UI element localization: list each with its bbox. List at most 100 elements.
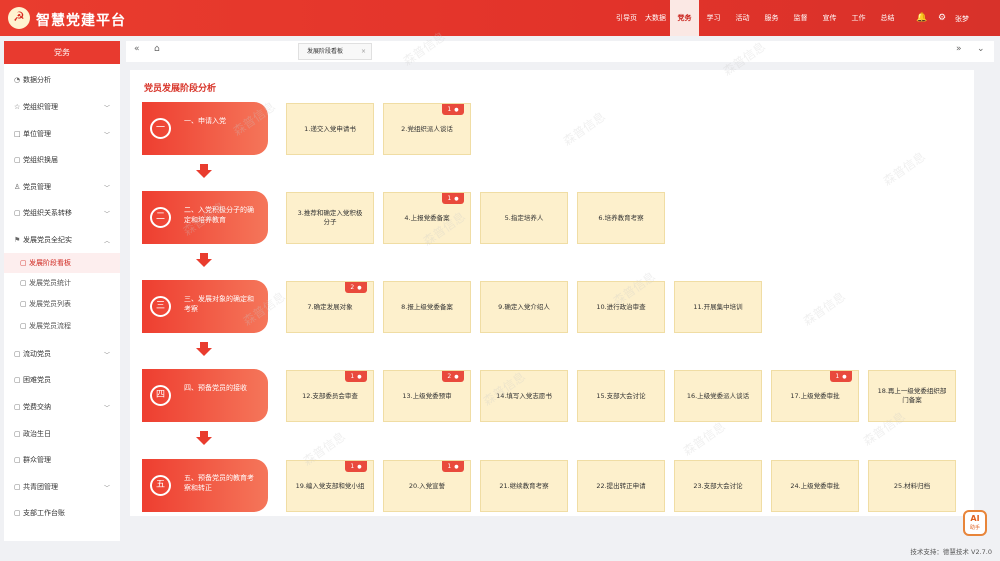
footer: 技术支持：德慧技术 V2.7.0 bbox=[910, 546, 992, 556]
bell-icon[interactable]: 🔔 bbox=[912, 13, 932, 23]
double-right-icon[interactable]: » bbox=[956, 44, 962, 54]
step-card[interactable]: 12.支部委员会审查 1 ● bbox=[286, 370, 374, 422]
user-name[interactable]: 张梦 bbox=[955, 14, 969, 24]
stage-label: 五、预备党员的教育考察和转正 bbox=[184, 474, 254, 492]
down-arrow-icon bbox=[196, 431, 212, 445]
count-badge: 2 ● bbox=[345, 282, 367, 293]
sidebar-item-16[interactable]: ▢ 共青团管理 ﹀ bbox=[4, 474, 120, 500]
step-card[interactable]: 9.确定入党介绍人 bbox=[480, 281, 568, 333]
nav-item-0[interactable]: 引导页 bbox=[612, 0, 641, 36]
party-emblem-icon: ☭ bbox=[8, 7, 30, 29]
arrow-head bbox=[196, 437, 212, 445]
sidebar-item-3[interactable]: ▢ 党组织换届 bbox=[4, 147, 120, 173]
tab-active[interactable]: 发展阶段看板 × bbox=[298, 43, 372, 60]
down-arrow-icon bbox=[196, 253, 212, 267]
step-card[interactable]: 17.上级党委审批 1 ● bbox=[771, 370, 859, 422]
sidebar-item-10[interactable]: ▢ 发展党员流程 bbox=[4, 316, 120, 336]
step-label: 25.材料归档 bbox=[893, 481, 931, 490]
nav-item-4[interactable]: 活动 bbox=[728, 0, 757, 36]
step-card[interactable]: 20.入党宣誓 1 ● bbox=[383, 460, 471, 512]
step-card[interactable]: 13.上级党委预审 2 ● bbox=[383, 370, 471, 422]
step-card[interactable]: 11.开展集中培训 bbox=[674, 281, 762, 333]
home-icon[interactable]: ⌂ bbox=[154, 44, 160, 54]
step-card[interactable]: 23.支部大会讨论 bbox=[674, 460, 762, 512]
nav-item-3[interactable]: 学习 bbox=[699, 0, 728, 36]
step-card[interactable]: 18.再上一级党委组织部门备案 bbox=[868, 370, 956, 422]
sidebar-item-15[interactable]: ▢ 群众管理 bbox=[4, 447, 120, 473]
sidebar-item-14[interactable]: ▢ 政治生日 bbox=[4, 421, 120, 447]
sidebar-item-17[interactable]: ▢ 支部工作台账 bbox=[4, 500, 120, 526]
sidebar-item-2[interactable]: □ 单位管理 ﹀ bbox=[4, 121, 120, 147]
step-card[interactable]: 25.材料归档 bbox=[868, 460, 956, 512]
count-badge: 1 ● bbox=[442, 104, 464, 115]
step-label: 7.确定发展对象 bbox=[307, 302, 353, 311]
sidebar-item-label: 发展党员流程 bbox=[29, 322, 71, 330]
sidebar-item-7[interactable]: ▢ 发展阶段看板 bbox=[4, 253, 120, 273]
step-label: 3.推荐和确定入党积极分子 bbox=[297, 209, 363, 226]
step-card[interactable]: 8.报上级党委备案 bbox=[383, 281, 471, 333]
ai-assistant-button[interactable]: AI 助手 bbox=[963, 510, 987, 536]
sidebar-item-11[interactable]: ▢ 流动党员 ﹀ bbox=[4, 341, 120, 367]
badge-count: 1 bbox=[350, 463, 355, 470]
sidebar-item-label: 支部工作台账 bbox=[23, 509, 65, 517]
sidebar-item-12[interactable]: ▢ 困难党员 bbox=[4, 367, 120, 393]
sidebar-item-label: 发展阶段看板 bbox=[29, 259, 71, 267]
sidebar-item-5[interactable]: ▢ 党组织关系转移 ﹀ bbox=[4, 200, 120, 226]
step-card[interactable]: 15.支部大会讨论 bbox=[577, 370, 665, 422]
badge-dot-icon: ● bbox=[842, 374, 847, 380]
step-card[interactable]: 16.上级党委派人谈话 bbox=[674, 370, 762, 422]
stage-header: 五五、预备党员的教育考察和转正 bbox=[142, 459, 268, 512]
nav-item-6[interactable]: 监督 bbox=[786, 0, 815, 36]
sidebar-item-1[interactable]: ☆ 党组织管理 ﹀ bbox=[4, 94, 120, 120]
nav-item-1[interactable]: 大数据 bbox=[641, 0, 670, 36]
stage-number: 一 bbox=[150, 118, 171, 139]
step-card[interactable]: 7.确定发展对象 2 ● bbox=[286, 281, 374, 333]
step-card[interactable]: 2.党组织派人谈话 1 ● bbox=[383, 103, 471, 155]
badge-count: 1 bbox=[447, 463, 452, 470]
sidebar-item-6[interactable]: ⚑ 发展党员全纪实 ︿ bbox=[4, 227, 120, 253]
badge-dot-icon: ● bbox=[357, 464, 362, 470]
close-icon[interactable]: × bbox=[361, 44, 366, 59]
sidebar-item-13[interactable]: ▢ 党费交纳 ﹀ bbox=[4, 394, 120, 420]
chevron-down-icon[interactable]: ⌄ bbox=[977, 44, 985, 54]
step-card[interactable]: 21.继续教育考察 bbox=[480, 460, 568, 512]
stage-number: 四 bbox=[150, 385, 171, 406]
step-label: 15.支部大会讨论 bbox=[596, 391, 646, 400]
sidebar-item-4[interactable]: ♙ 党员管理 ﹀ bbox=[4, 174, 120, 200]
sidebar-item-0[interactable]: ◔ 数据分析 bbox=[4, 67, 120, 93]
badge-dot-icon: ● bbox=[357, 374, 362, 380]
nav-item-9[interactable]: 总结 bbox=[873, 0, 902, 36]
step-card[interactable]: 6.培养教育考察 bbox=[577, 192, 665, 244]
sidebar-item-9[interactable]: ▢ 发展党员列表 bbox=[4, 294, 120, 314]
arrow-head bbox=[196, 259, 212, 267]
board-icon: ▢ bbox=[20, 259, 27, 267]
nav-item-7[interactable]: 宣传 bbox=[815, 0, 844, 36]
step-label: 20.入党宣誓 bbox=[408, 481, 446, 490]
sidebar-item-label: 单位管理 bbox=[23, 130, 51, 138]
user-icon: ♙ bbox=[14, 183, 21, 191]
sidebar-item-8[interactable]: ▢ 发展党员统计 bbox=[4, 273, 120, 293]
double-left-icon[interactable]: « bbox=[134, 44, 140, 54]
nav-item-8[interactable]: 工作 bbox=[844, 0, 873, 36]
step-label: 14.填写入党志愿书 bbox=[496, 391, 552, 400]
step-label: 1.递交入党申请书 bbox=[304, 124, 356, 133]
step-card[interactable]: 10.进行政治审查 bbox=[577, 281, 665, 333]
sidebar-item-label: 困难党员 bbox=[23, 376, 51, 384]
step-card[interactable]: 4.上报党委备案 1 ● bbox=[383, 192, 471, 244]
step-card[interactable]: 24.上级党委审批 bbox=[771, 460, 859, 512]
nav-item-2[interactable]: 党务 bbox=[670, 0, 699, 36]
step-card[interactable]: 22.提出转正申请 bbox=[577, 460, 665, 512]
settings-icon[interactable]: ⚙ bbox=[932, 13, 952, 23]
step-card[interactable]: 5.指定培养人 bbox=[480, 192, 568, 244]
step-card[interactable]: 14.填写入党志愿书 bbox=[480, 370, 568, 422]
chevron-down-icon: ﹀ bbox=[103, 484, 110, 492]
top-nav: 引导页 大数据 党务 学习 活动 服务 监督 宣传 工作 总结 bbox=[612, 0, 902, 36]
step-label: 4.上报党委备案 bbox=[404, 213, 450, 222]
count-badge: 1 ● bbox=[830, 371, 852, 382]
step-card[interactable]: 1.递交入党申请书 bbox=[286, 103, 374, 155]
step-card[interactable]: 3.推荐和确定入党积极分子 bbox=[286, 192, 374, 244]
nav-item-5[interactable]: 服务 bbox=[757, 0, 786, 36]
ledger-icon: ▢ bbox=[14, 509, 21, 517]
step-card[interactable]: 19.编入党支部和党小组 1 ● bbox=[286, 460, 374, 512]
stage-header: 三三、发展对象的确定和考察 bbox=[142, 280, 268, 333]
